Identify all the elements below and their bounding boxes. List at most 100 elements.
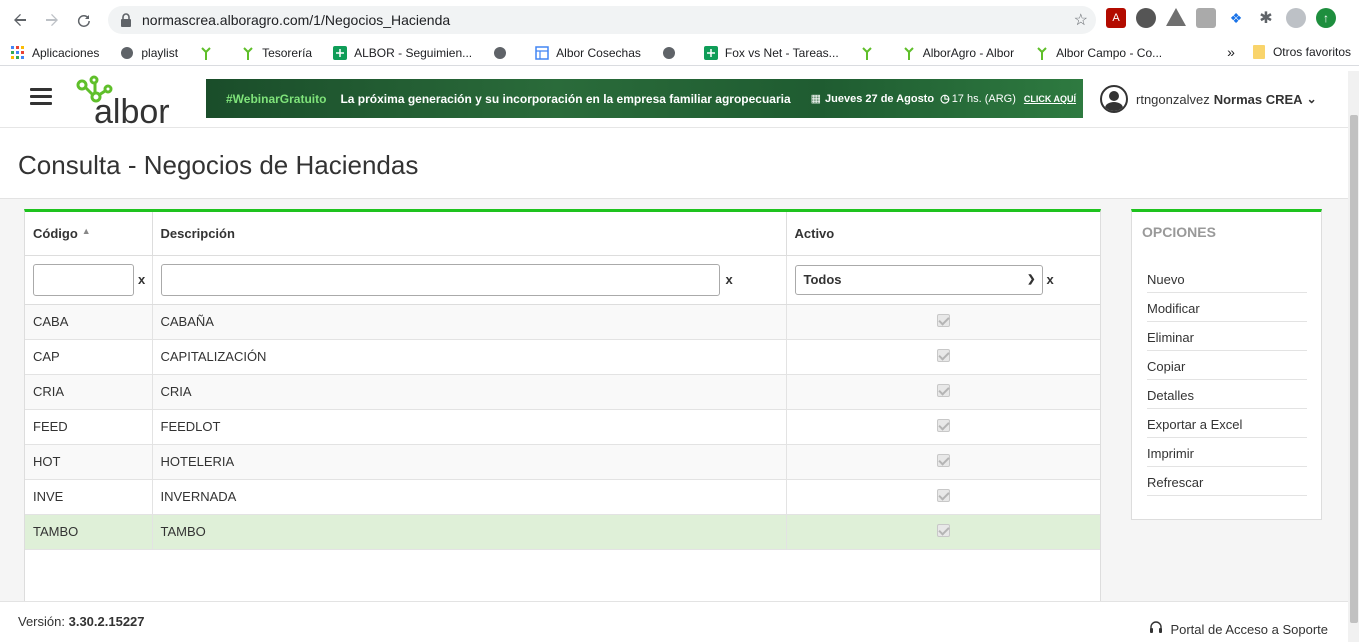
pdf-extension-icon[interactable]: A (1106, 8, 1126, 28)
cast-icon[interactable] (1196, 8, 1216, 28)
activo-checkbox (936, 488, 950, 502)
clear-descripcion-filter-button[interactable]: x (726, 272, 733, 287)
user-menu[interactable]: rtngonzalvez Normas CREA ⌄ (1100, 85, 1317, 113)
table-row[interactable]: CAP CAPITALIZACIÓN (25, 339, 1100, 375)
support-link[interactable]: Portal de Acceso a Soporte (1148, 620, 1328, 639)
bookmark-globe[interactable] (492, 45, 514, 61)
banner-date: Jueves 27 de Agosto (825, 92, 935, 105)
bookmark-globe-2[interactable] (661, 45, 683, 61)
table-row-selected[interactable]: TAMBO TAMBO (25, 514, 1100, 550)
table-row[interactable]: INVE INVERNADA (25, 479, 1100, 515)
calendar-icon (534, 45, 550, 61)
page-title: Consulta - Negocios de Haciendas (18, 150, 419, 180)
update-icon[interactable]: ↑ (1316, 8, 1336, 28)
table-row[interactable]: CRIA CRIA (25, 374, 1100, 410)
cell-activo (786, 444, 1100, 480)
bookmark-playlist[interactable]: playlist (119, 45, 178, 61)
extensions: A ❖ ✱ ↑ (1106, 8, 1336, 28)
cell-codigo: HOT (25, 444, 153, 480)
column-header-descripcion[interactable]: Descripción (152, 212, 787, 256)
table-row[interactable]: HOT HOTELERIA (25, 444, 1100, 480)
extension-circle-icon[interactable] (1136, 8, 1156, 28)
table-row[interactable]: CABA CABAÑA (25, 304, 1100, 340)
activo-filter-select[interactable]: Todos ❯ (794, 264, 1043, 295)
banner-cta[interactable]: CLICK AQUÍ (1024, 94, 1076, 104)
bookmark-alboragro[interactable]: AlborAgro - Albor (901, 45, 1014, 61)
column-header-activo[interactable]: Activo (786, 212, 1100, 256)
cell-activo (786, 374, 1100, 410)
table-row[interactable]: FEED FEEDLOT (25, 409, 1100, 445)
calendar-icon: ▦ (810, 93, 822, 105)
activo-checkbox (936, 313, 950, 327)
username: rtngonzalvez (1136, 91, 1210, 107)
clear-activo-filter-button[interactable]: x (1047, 272, 1054, 287)
bookmark-albor-2[interactable] (859, 45, 881, 61)
globe-icon (661, 45, 677, 61)
bookmark-tesoreria[interactable]: Tesorería (240, 45, 312, 61)
descripcion-filter-input[interactable] (160, 263, 720, 296)
dropbox-icon[interactable]: ❖ (1226, 8, 1246, 28)
option-modificar[interactable]: Modificar (1147, 293, 1307, 322)
sort-asc-icon: ▲ (81, 225, 91, 236)
albor-logo[interactable]: albor (74, 75, 194, 131)
column-header-codigo[interactable]: Código ▲ (25, 212, 153, 256)
url-text: normascrea.alboragro.com/1/Negocios_Haci… (142, 12, 451, 28)
option-imprimir[interactable]: Imprimir (1147, 438, 1307, 467)
banner-text: La próxima generación y su incorporación… (340, 91, 791, 106)
option-exportar-excel[interactable]: Exportar a Excel (1147, 409, 1307, 438)
cell-codigo: CRIA (25, 374, 153, 410)
codigo-filter-input[interactable] (33, 263, 134, 296)
options-list: Nuevo Modificar Eliminar Copiar Detalles… (1147, 264, 1307, 496)
drive-icon[interactable] (1166, 8, 1186, 26)
option-nuevo[interactable]: Nuevo (1147, 264, 1307, 293)
scrollbar-thumb[interactable] (1350, 115, 1358, 623)
apps-grid-icon (10, 45, 26, 61)
albor-sprout-icon (901, 45, 917, 61)
bookmark-albor-seguimiento[interactable]: ALBOR - Seguimien... (332, 45, 472, 61)
reload-icon[interactable] (68, 4, 100, 36)
back-icon[interactable] (4, 4, 36, 36)
bookmark-fox-vs-net[interactable]: Fox vs Net - Tareas... (703, 45, 839, 61)
more-bookmarks-button[interactable]: » (1227, 44, 1235, 60)
user-avatar-icon (1100, 85, 1128, 113)
albor-sprout-icon (198, 45, 214, 61)
cell-descripcion: CRIA (152, 374, 787, 410)
organization-name: Normas CREA (1213, 91, 1303, 107)
bookmark-albor-1[interactable] (198, 45, 220, 61)
cell-activo (786, 479, 1100, 515)
cell-codigo: CAP (25, 339, 153, 375)
bookmarks-bar: Aplicaciones playlist Tesorería ALBOR - … (0, 40, 1359, 66)
clock-icon: ◷ (940, 93, 950, 105)
address-bar[interactable]: normascrea.alboragro.com/1/Negocios_Haci… (108, 6, 1096, 34)
puzzle-icon[interactable]: ✱ (1256, 8, 1276, 28)
cell-descripcion: FEEDLOT (152, 409, 787, 445)
cell-codigo: CABA (25, 304, 153, 340)
option-eliminar[interactable]: Eliminar (1147, 322, 1307, 351)
globe-icon (119, 45, 135, 61)
app-header: albor #WebinarGratuito La próxima genera… (0, 71, 1348, 131)
page-scrollbar[interactable] (1348, 71, 1359, 642)
cell-descripcion: CAPITALIZACIÓN (152, 339, 787, 375)
option-copiar[interactable]: Copiar (1147, 351, 1307, 380)
option-detalles[interactable]: Detalles (1147, 380, 1307, 409)
albor-sprout-icon (240, 45, 256, 61)
other-bookmarks-button[interactable]: Otros favoritos (1273, 45, 1351, 59)
folder-icon (1252, 45, 1265, 59)
footer: Versión: 3.30.2.15227 Portal de Acceso a… (0, 601, 1348, 642)
forward-icon[interactable] (36, 4, 68, 36)
cell-activo (786, 514, 1100, 550)
clear-codigo-filter-button[interactable]: x (138, 272, 145, 287)
activo-checkbox (936, 348, 950, 362)
activo-checkbox (936, 418, 950, 432)
bookmark-star-icon[interactable]: ☆ (1074, 10, 1088, 30)
chevron-down-icon: ⌄ (1306, 92, 1317, 106)
bookmark-albor-campo[interactable]: Albor Campo - Co... (1034, 45, 1162, 61)
bookmark-albor-cosechas[interactable]: Albor Cosechas (534, 45, 641, 61)
bookmark-apps[interactable]: Aplicaciones (10, 45, 99, 61)
webinar-banner[interactable]: #WebinarGratuito La próxima generación y… (206, 79, 1083, 118)
hamburger-menu-icon[interactable] (30, 88, 52, 106)
option-refrescar[interactable]: Refrescar (1147, 467, 1307, 496)
profile-avatar-icon[interactable] (1286, 8, 1306, 28)
albor-sprout-icon (859, 45, 875, 61)
options-title: OPCIONES (1142, 224, 1216, 240)
